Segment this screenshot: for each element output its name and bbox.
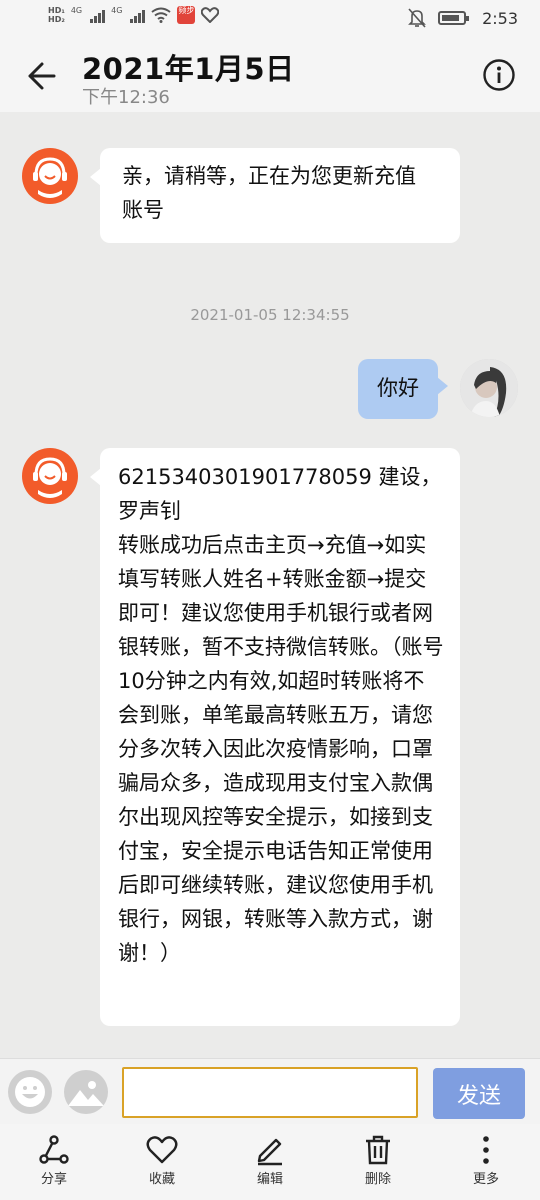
signal-icon-2 bbox=[130, 7, 146, 23]
status-time: 2:53 bbox=[482, 8, 518, 28]
info-icon[interactable] bbox=[482, 58, 516, 92]
message-bubble-incoming[interactable]: 亲，请稍等，正在为您更新充值账号 bbox=[90, 148, 460, 243]
delete-button[interactable]: 删除 bbox=[324, 1124, 432, 1200]
message-input[interactable] bbox=[122, 1067, 418, 1118]
compose-bar: 发送 bbox=[0, 1058, 540, 1124]
favorite-label: 收藏 bbox=[148, 1172, 175, 1187]
mountain-image-icon bbox=[68, 1081, 104, 1106]
network-label-1: 4G bbox=[70, 6, 83, 15]
bottom-toolbar: 分享 收藏 编辑 删除 更多 bbox=[0, 1124, 540, 1200]
status-bar: HD₁ HD₂ 4G 4G 频步 2:53 bbox=[0, 0, 540, 40]
heart-icon bbox=[146, 1136, 178, 1164]
user-photo-icon bbox=[460, 359, 518, 417]
conversation-header: 2021年1月5日 下午12:36 bbox=[0, 40, 540, 112]
message-bubble-incoming[interactable]: 6215340301901778059 建设，罗声钊 转账成功后点击主页→充值→… bbox=[90, 448, 460, 1026]
more-button[interactable]: 更多 bbox=[432, 1124, 540, 1200]
message-bubble-outgoing[interactable]: 你好 bbox=[358, 359, 448, 419]
hd-indicator: HD₁ HD₂ bbox=[48, 6, 65, 24]
trash-icon bbox=[366, 1135, 390, 1165]
heart-outline-icon bbox=[201, 7, 220, 23]
hd2-label: HD₂ bbox=[48, 15, 65, 24]
more-vertical-icon bbox=[483, 1136, 489, 1164]
share-label: 分享 bbox=[40, 1172, 67, 1187]
wifi-icon bbox=[151, 7, 172, 23]
headset-agent-icon bbox=[33, 457, 67, 498]
network-label-2: 4G bbox=[111, 6, 123, 15]
app-badge-icon: 频步 bbox=[177, 6, 196, 24]
image-button[interactable] bbox=[64, 1070, 108, 1114]
emoji-button[interactable] bbox=[8, 1070, 52, 1114]
more-label: 更多 bbox=[472, 1172, 499, 1187]
send-button[interactable]: 发送 bbox=[433, 1068, 525, 1119]
battery-icon bbox=[438, 11, 470, 25]
pencil-icon bbox=[257, 1138, 282, 1166]
headset-agent-icon bbox=[33, 157, 67, 198]
favorite-button[interactable]: 收藏 bbox=[108, 1124, 216, 1200]
mute-bell-icon bbox=[408, 8, 426, 28]
page-subtitle: 下午12:36 bbox=[82, 87, 170, 108]
share-button[interactable]: 分享 bbox=[0, 1124, 108, 1200]
page-title: 2021年1月5日 bbox=[82, 52, 295, 86]
hd1-label: HD₁ bbox=[48, 6, 65, 15]
user-avatar[interactable] bbox=[460, 359, 518, 417]
edit-button[interactable]: 编辑 bbox=[216, 1124, 324, 1200]
smiley-icon bbox=[15, 1077, 45, 1107]
edit-label: 编辑 bbox=[256, 1172, 283, 1187]
back-arrow-icon[interactable] bbox=[22, 54, 66, 98]
message-list[interactable]: 亲，请稍等，正在为您更新充值账号 2021-01-05 12:34:55 你好 … bbox=[0, 120, 540, 1058]
customer-service-avatar[interactable] bbox=[22, 148, 78, 204]
customer-service-avatar[interactable] bbox=[22, 448, 78, 504]
signal-icon bbox=[90, 7, 106, 23]
delete-label: 删除 bbox=[364, 1172, 391, 1187]
share-icon bbox=[39, 1135, 69, 1164]
message-timestamp: 2021-01-05 12:34:55 bbox=[190, 306, 350, 324]
